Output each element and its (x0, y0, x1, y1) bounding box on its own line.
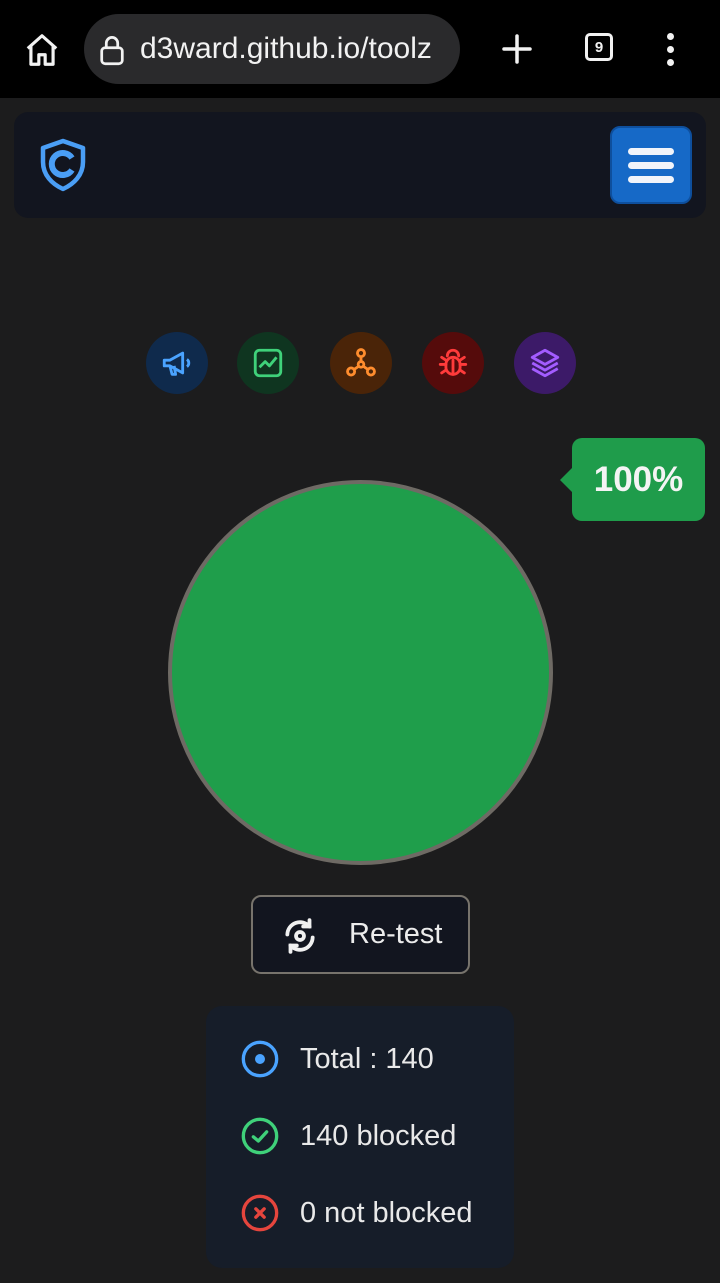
browser-toolbar: d3ward.github.io/toolz 9 (0, 0, 720, 98)
home-button[interactable] (20, 28, 64, 72)
browser-menu-button[interactable] (654, 26, 686, 72)
shield-logo-icon[interactable] (38, 138, 88, 192)
more-dot-icon (666, 45, 674, 53)
url-text: d3ward.github.io/toolz (140, 32, 432, 65)
tab-switcher-button[interactable]: 9 (585, 33, 613, 61)
hamburger-menu-button[interactable] (610, 126, 692, 204)
stats-card: Total : 140 140 blocked 0 not blocked (206, 1006, 514, 1268)
error-trackers-test-button[interactable] (422, 332, 484, 394)
plus-icon (502, 34, 532, 64)
menu-bar-icon (628, 147, 674, 155)
target-icon (241, 1040, 279, 1078)
ads-test-button[interactable] (146, 332, 208, 394)
mix-test-button[interactable] (514, 332, 576, 394)
stat-not-blocked-text: 0 not blocked (300, 1196, 473, 1229)
stat-total: Total : 140 (240, 1037, 434, 1081)
network-icon (346, 348, 376, 377)
address-bar[interactable]: d3ward.github.io/toolz (84, 14, 460, 84)
menu-bar-icon (628, 161, 674, 169)
trackers-test-button[interactable] (330, 332, 392, 394)
megaphone-icon (162, 351, 191, 376)
new-tab-button[interactable] (494, 26, 540, 72)
more-dot-icon (666, 58, 674, 66)
lock-icon (100, 36, 124, 66)
percent-badge: 100% (560, 438, 705, 521)
menu-bar-icon (628, 175, 674, 183)
retest-button[interactable]: Re-test (251, 895, 470, 974)
stat-total-text: Total : 140 (300, 1042, 434, 1075)
retest-label: Re-test (349, 918, 443, 950)
bug-icon (438, 348, 468, 376)
home-icon (26, 34, 58, 66)
test-category-icons (144, 332, 578, 396)
x-circle-icon (241, 1194, 279, 1232)
check-circle-icon (241, 1117, 279, 1155)
stat-blocked: 140 blocked (240, 1114, 456, 1158)
layers-icon (530, 348, 560, 378)
site-header (14, 112, 706, 218)
more-dot-icon (666, 32, 674, 40)
refresh-icon (285, 918, 315, 954)
result-circle (168, 480, 553, 865)
analytics-test-button[interactable] (237, 332, 299, 394)
chart-icon (253, 348, 283, 378)
stat-not-blocked: 0 not blocked (240, 1191, 473, 1235)
stat-blocked-text: 140 blocked (300, 1119, 457, 1152)
